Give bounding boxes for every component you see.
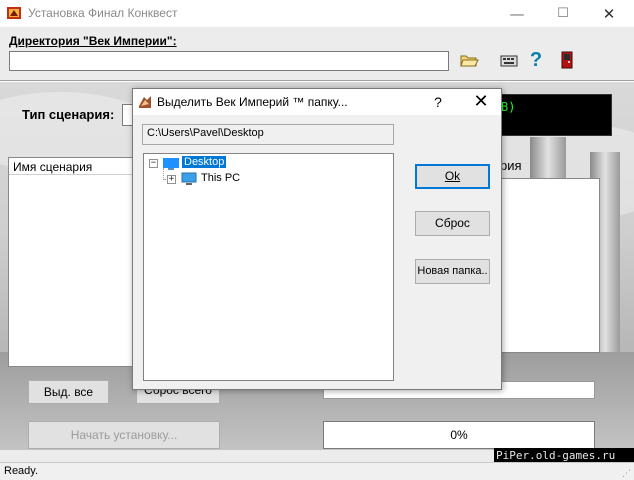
dialog-app-icon [137, 94, 153, 110]
scenario-list[interactable]: Имя сценария [8, 157, 134, 367]
close-button[interactable]: ✕ [586, 0, 632, 28]
right-list-header: рия [500, 158, 522, 173]
installed-list[interactable] [500, 178, 600, 353]
lcd-display: B) [500, 94, 612, 136]
selected-path-field: C:\Users\Pavel\Desktop [142, 124, 394, 145]
ok-button[interactable]: Ok [415, 164, 490, 189]
tree-node-desktop[interactable]: Desktop [180, 155, 228, 169]
reset-button[interactable]: Сброс [415, 211, 490, 236]
app-icon [6, 5, 22, 21]
new-folder-button[interactable]: Новая папка.. [415, 259, 490, 284]
dialog-close-button[interactable]: ✕ [463, 90, 499, 114]
lcd-text: B) [501, 100, 516, 114]
status-text: Ready. [4, 465, 39, 477]
install-progress-bar: 0% [323, 421, 595, 449]
select-all-button[interactable]: Выд. все [28, 380, 109, 404]
dialog-title-bar: Выделить Век Империй ™ папку... ? ✕ [133, 89, 501, 115]
tree-expander-desktop[interactable]: − [149, 159, 158, 168]
title-bar: Установка Финал Конквест — ☐ ✕ [0, 0, 634, 28]
maximize-button[interactable]: ☐ [540, 0, 586, 28]
window-title: Установка Финал Конквест [28, 6, 178, 20]
resize-grip-icon[interactable]: ⋰ [622, 468, 632, 478]
directory-label: Директория "Век Империи": [9, 34, 177, 48]
directory-input[interactable] [9, 51, 449, 71]
scenario-list-header[interactable]: Имя сценария [9, 158, 133, 175]
exit-icon[interactable] [557, 50, 577, 70]
tree-node-this-pc[interactable]: This PC [201, 172, 240, 184]
dialog-title: Выделить Век Империй ™ папку... [157, 95, 348, 109]
tree-expander-this-pc[interactable]: + [167, 175, 176, 184]
scenario-type-label: Тип сценария: [22, 107, 115, 122]
start-install-button[interactable]: Начать установку... [28, 421, 220, 449]
computer-icon [181, 172, 197, 189]
status-bar: Ready. ⋰ [0, 462, 634, 480]
minimize-button[interactable]: — [494, 0, 540, 28]
browse-folder-dialog: Выделить Век Империй ™ папку... ? ✕ C:\U… [132, 88, 502, 390]
keyboard-icon[interactable] [499, 50, 519, 70]
ok-button-label: Ok [444, 169, 461, 183]
open-folder-icon[interactable] [459, 50, 479, 70]
help-icon[interactable]: ? [526, 50, 546, 70]
dialog-help-button[interactable]: ? [428, 91, 448, 113]
folder-tree[interactable]: − Desktop + This PC [143, 153, 394, 381]
desktop-icon [163, 157, 179, 174]
